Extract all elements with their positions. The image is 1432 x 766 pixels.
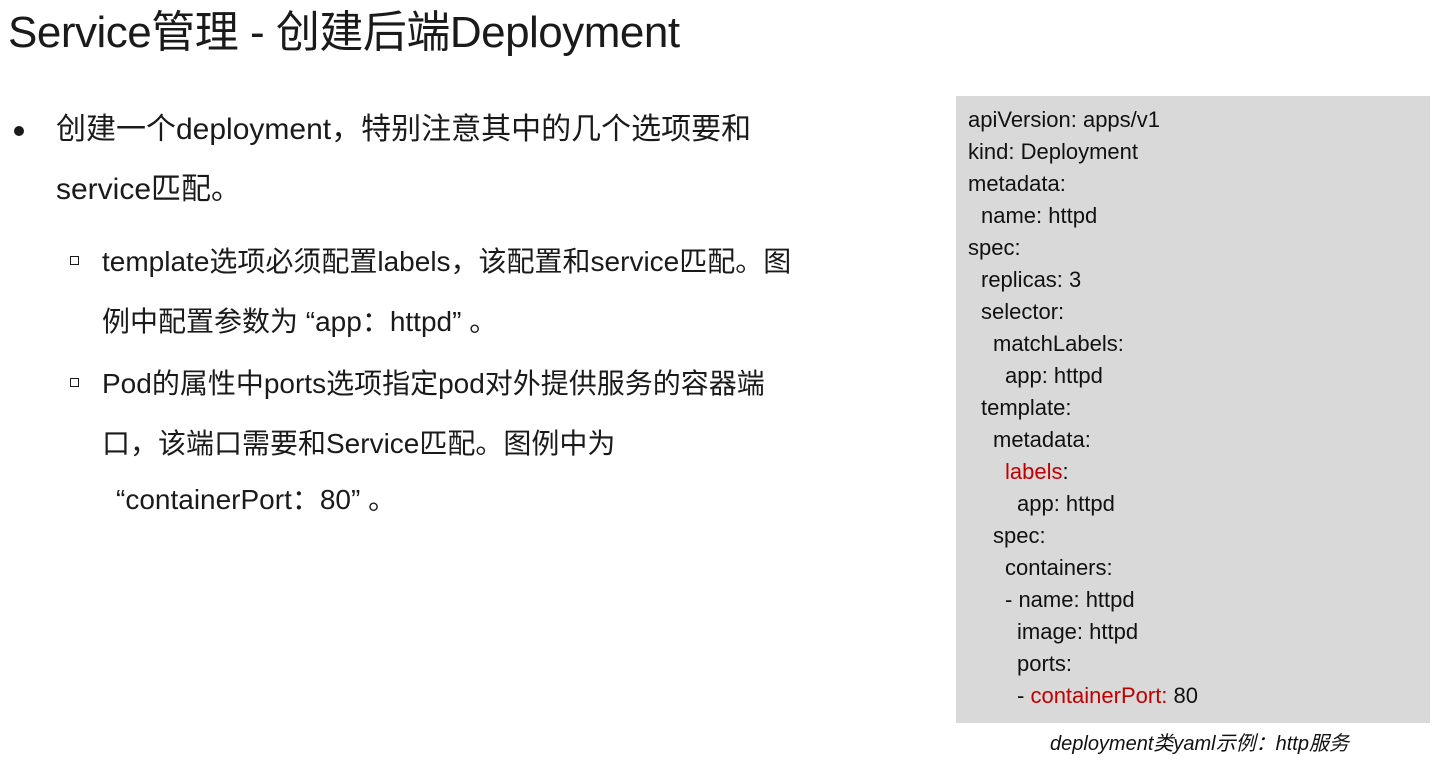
code-line: spec: — [993, 523, 1046, 548]
sub2-text-line1: Pod的属性中ports选项指定pod对外提供服务的容器端 — [102, 368, 765, 399]
code-line: replicas: 3 — [981, 267, 1082, 292]
sub-bullet-square-icon — [70, 256, 79, 265]
code-line-containerport: - containerPort: 80 — [1017, 680, 1198, 712]
code-line: kind: Deployment — [968, 139, 1138, 164]
labels-colon: : — [1062, 459, 1069, 484]
sub2-text-line2: 口，该端口需要和Service匹配。图例中为 — [102, 428, 616, 459]
yaml-code-box: apiVersion: apps/v1 kind: Deployment met… — [956, 96, 1430, 723]
containerport-key: containerPort: — [1030, 683, 1168, 708]
code-line: ports: — [1017, 651, 1073, 676]
code-line: containers: — [1005, 555, 1113, 580]
code-line: app: httpd — [1005, 363, 1103, 388]
slide-title: Service管理 - 创建后端Deployment — [8, 8, 680, 57]
list-dash: - — [1017, 683, 1031, 708]
code-line: app: httpd — [1017, 491, 1115, 516]
code-caption: deployment类yaml示例：http服务 — [1050, 733, 1349, 755]
sub1-text-line2: 例中配置参数为 “app：httpd” 。 — [102, 306, 498, 337]
bullet-text-line2: service匹配。 — [56, 173, 242, 206]
code-line: image: httpd — [1017, 619, 1139, 644]
sub-bullet-square-icon — [70, 378, 79, 387]
code-line: metadata: — [968, 171, 1066, 196]
code-line: name: httpd — [981, 203, 1098, 228]
code-line: template: — [981, 395, 1072, 420]
code-line: selector: — [981, 299, 1065, 324]
code-line: apiVersion: apps/v1 — [968, 107, 1161, 132]
code-line-labels: labels: — [1005, 456, 1069, 488]
code-line: - name: httpd — [1005, 587, 1135, 612]
code-line: metadata: — [993, 427, 1091, 452]
sub1-text-line1: template选项必须配置labels，该配置和service匹配。图 — [102, 246, 792, 277]
bullet-text-line1: 创建一个deployment，特别注意其中的几个选项要和 — [56, 113, 752, 146]
code-line: matchLabels: — [993, 331, 1124, 356]
code-line: spec: — [968, 235, 1021, 260]
containerport-value: 80 — [1167, 683, 1199, 708]
sub2-text-line3: “containerPort：80” 。 — [116, 484, 397, 515]
bullet-dot-icon — [14, 126, 24, 136]
labels-key: labels — [1005, 459, 1063, 484]
